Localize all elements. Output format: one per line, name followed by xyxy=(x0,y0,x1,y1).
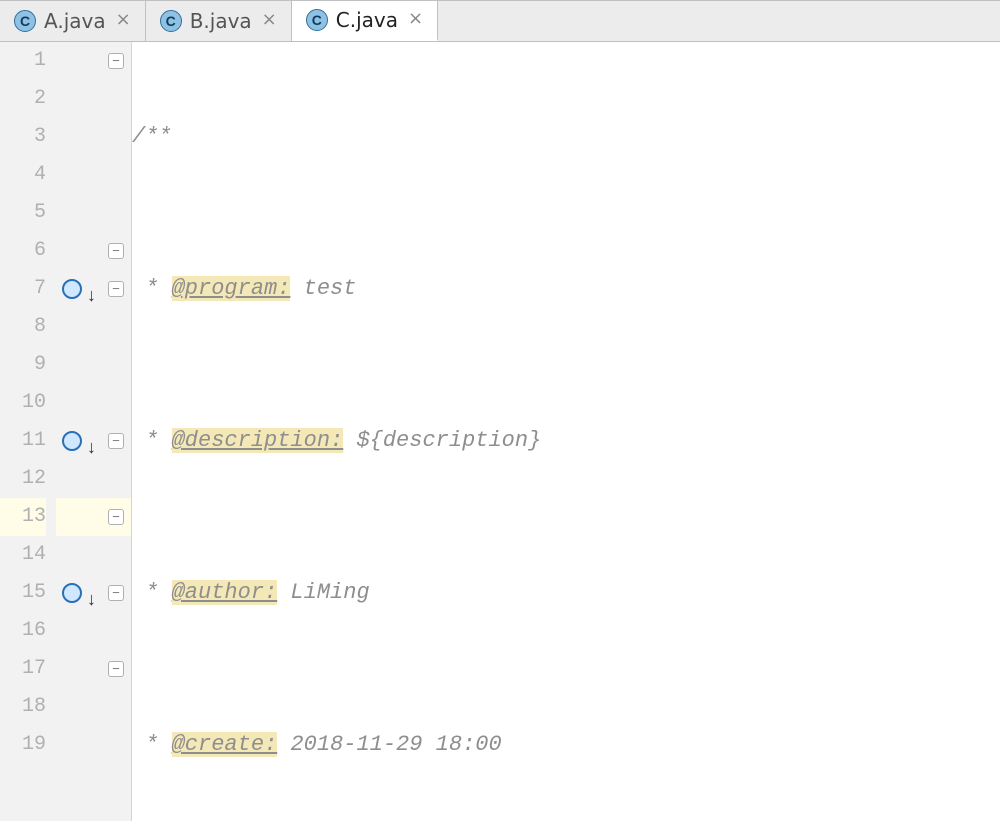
gutter-icon-slot xyxy=(56,650,102,688)
gutter-icon-slot xyxy=(56,118,102,156)
line-number: 13 xyxy=(0,498,46,536)
line-number: 17 xyxy=(0,650,46,688)
gutter-icon-slot xyxy=(56,726,102,764)
gutter-icon-slot xyxy=(56,194,102,232)
code-editor[interactable]: 12345678910111213141516171819 ↓↓↓ /** * … xyxy=(0,42,1000,821)
line-number: 18 xyxy=(0,688,46,726)
gutter-icon-slot: ↓ xyxy=(56,422,102,460)
line-number: 5 xyxy=(0,194,46,232)
code-area[interactable]: /** * @program: test * @description: ${d… xyxy=(132,42,1000,821)
code-line[interactable]: * @program: test xyxy=(132,270,1000,308)
code-line[interactable]: * @description: ${description} xyxy=(132,422,1000,460)
tab-label: C.java xyxy=(336,8,398,32)
override-icon[interactable] xyxy=(62,431,82,451)
fold-slot xyxy=(102,346,131,384)
gutter-icon-slot xyxy=(56,612,102,650)
fold-slot xyxy=(102,194,131,232)
fold-slot xyxy=(102,232,131,270)
fold-toggle-icon[interactable] xyxy=(108,243,124,259)
line-number: 2 xyxy=(0,80,46,118)
line-number: 16 xyxy=(0,612,46,650)
gutter-icon-slot xyxy=(56,308,102,346)
fold-slot xyxy=(102,308,131,346)
line-number-gutter: 12345678910111213141516171819 xyxy=(0,42,56,821)
line-number: 19 xyxy=(0,726,46,764)
gutter-icon-slot xyxy=(56,156,102,194)
line-number: 1 xyxy=(0,42,46,80)
fold-toggle-icon[interactable] xyxy=(108,661,124,677)
tab-label: B.java xyxy=(190,9,252,33)
fold-slot xyxy=(102,42,131,80)
line-number: 14 xyxy=(0,536,46,574)
gutter-icon-slot xyxy=(56,460,102,498)
gutter-icon-slot: ↓ xyxy=(56,270,102,308)
gutter-icon-slot xyxy=(56,346,102,384)
override-icon[interactable] xyxy=(62,279,82,299)
gutter-icon-slot xyxy=(56,536,102,574)
line-number: 15 xyxy=(0,574,46,612)
editor-tabbar: C A.java × C B.java × C C.java × xyxy=(0,0,1000,42)
fold-toggle-icon[interactable] xyxy=(108,53,124,69)
tab-label: A.java xyxy=(44,9,106,33)
fold-slot xyxy=(102,422,131,460)
close-icon[interactable]: × xyxy=(114,9,133,33)
fold-slot xyxy=(102,460,131,498)
fold-slot xyxy=(102,156,131,194)
tab-a-java[interactable]: C A.java × xyxy=(0,0,146,41)
gutter-icon-slot xyxy=(56,42,102,80)
java-class-icon: C xyxy=(14,10,36,32)
fold-toggle-icon[interactable] xyxy=(108,433,124,449)
line-number: 8 xyxy=(0,308,46,346)
gutter-icon-slot: ↓ xyxy=(56,574,102,612)
override-icon[interactable] xyxy=(62,583,82,603)
fold-slot xyxy=(102,498,131,536)
line-number: 3 xyxy=(0,118,46,156)
java-class-icon: C xyxy=(306,9,328,31)
tab-c-java[interactable]: C C.java × xyxy=(292,0,438,41)
line-number: 4 xyxy=(0,156,46,194)
fold-slot xyxy=(102,688,131,726)
fold-slot xyxy=(102,118,131,156)
fold-gutter xyxy=(102,42,132,821)
line-number: 9 xyxy=(0,346,46,384)
close-icon[interactable]: × xyxy=(406,8,425,32)
fold-slot xyxy=(102,650,131,688)
gutter-icons: ↓ ↓ ↓ xyxy=(56,42,102,821)
close-icon[interactable]: × xyxy=(260,9,279,33)
fold-toggle-icon[interactable] xyxy=(108,509,124,525)
gutter-icon-slot xyxy=(56,232,102,270)
fold-slot xyxy=(102,612,131,650)
fold-slot xyxy=(102,536,131,574)
fold-toggle-icon[interactable] xyxy=(108,585,124,601)
gutter-icon-slot xyxy=(56,498,102,536)
java-class-icon: C xyxy=(160,10,182,32)
line-number: 6 xyxy=(0,232,46,270)
line-number: 7 xyxy=(0,270,46,308)
tab-b-java[interactable]: C B.java × xyxy=(146,0,292,41)
line-number: 11 xyxy=(0,422,46,460)
fold-slot xyxy=(102,270,131,308)
fold-slot xyxy=(102,574,131,612)
line-number: 12 xyxy=(0,460,46,498)
fold-slot xyxy=(102,726,131,764)
fold-slot xyxy=(102,80,131,118)
tabbar-spacer xyxy=(438,0,1000,41)
gutter-icon-slot xyxy=(56,384,102,422)
code-line[interactable]: * @author: LiMing xyxy=(132,574,1000,612)
fold-toggle-icon[interactable] xyxy=(108,281,124,297)
gutter-icon-slot xyxy=(56,688,102,726)
gutter-icon-slot xyxy=(56,80,102,118)
line-number: 10 xyxy=(0,384,46,422)
fold-slot xyxy=(102,384,131,422)
code-line[interactable]: * @create: 2018-11-29 18:00 xyxy=(132,726,1000,764)
code-line[interactable]: /** xyxy=(132,118,1000,156)
